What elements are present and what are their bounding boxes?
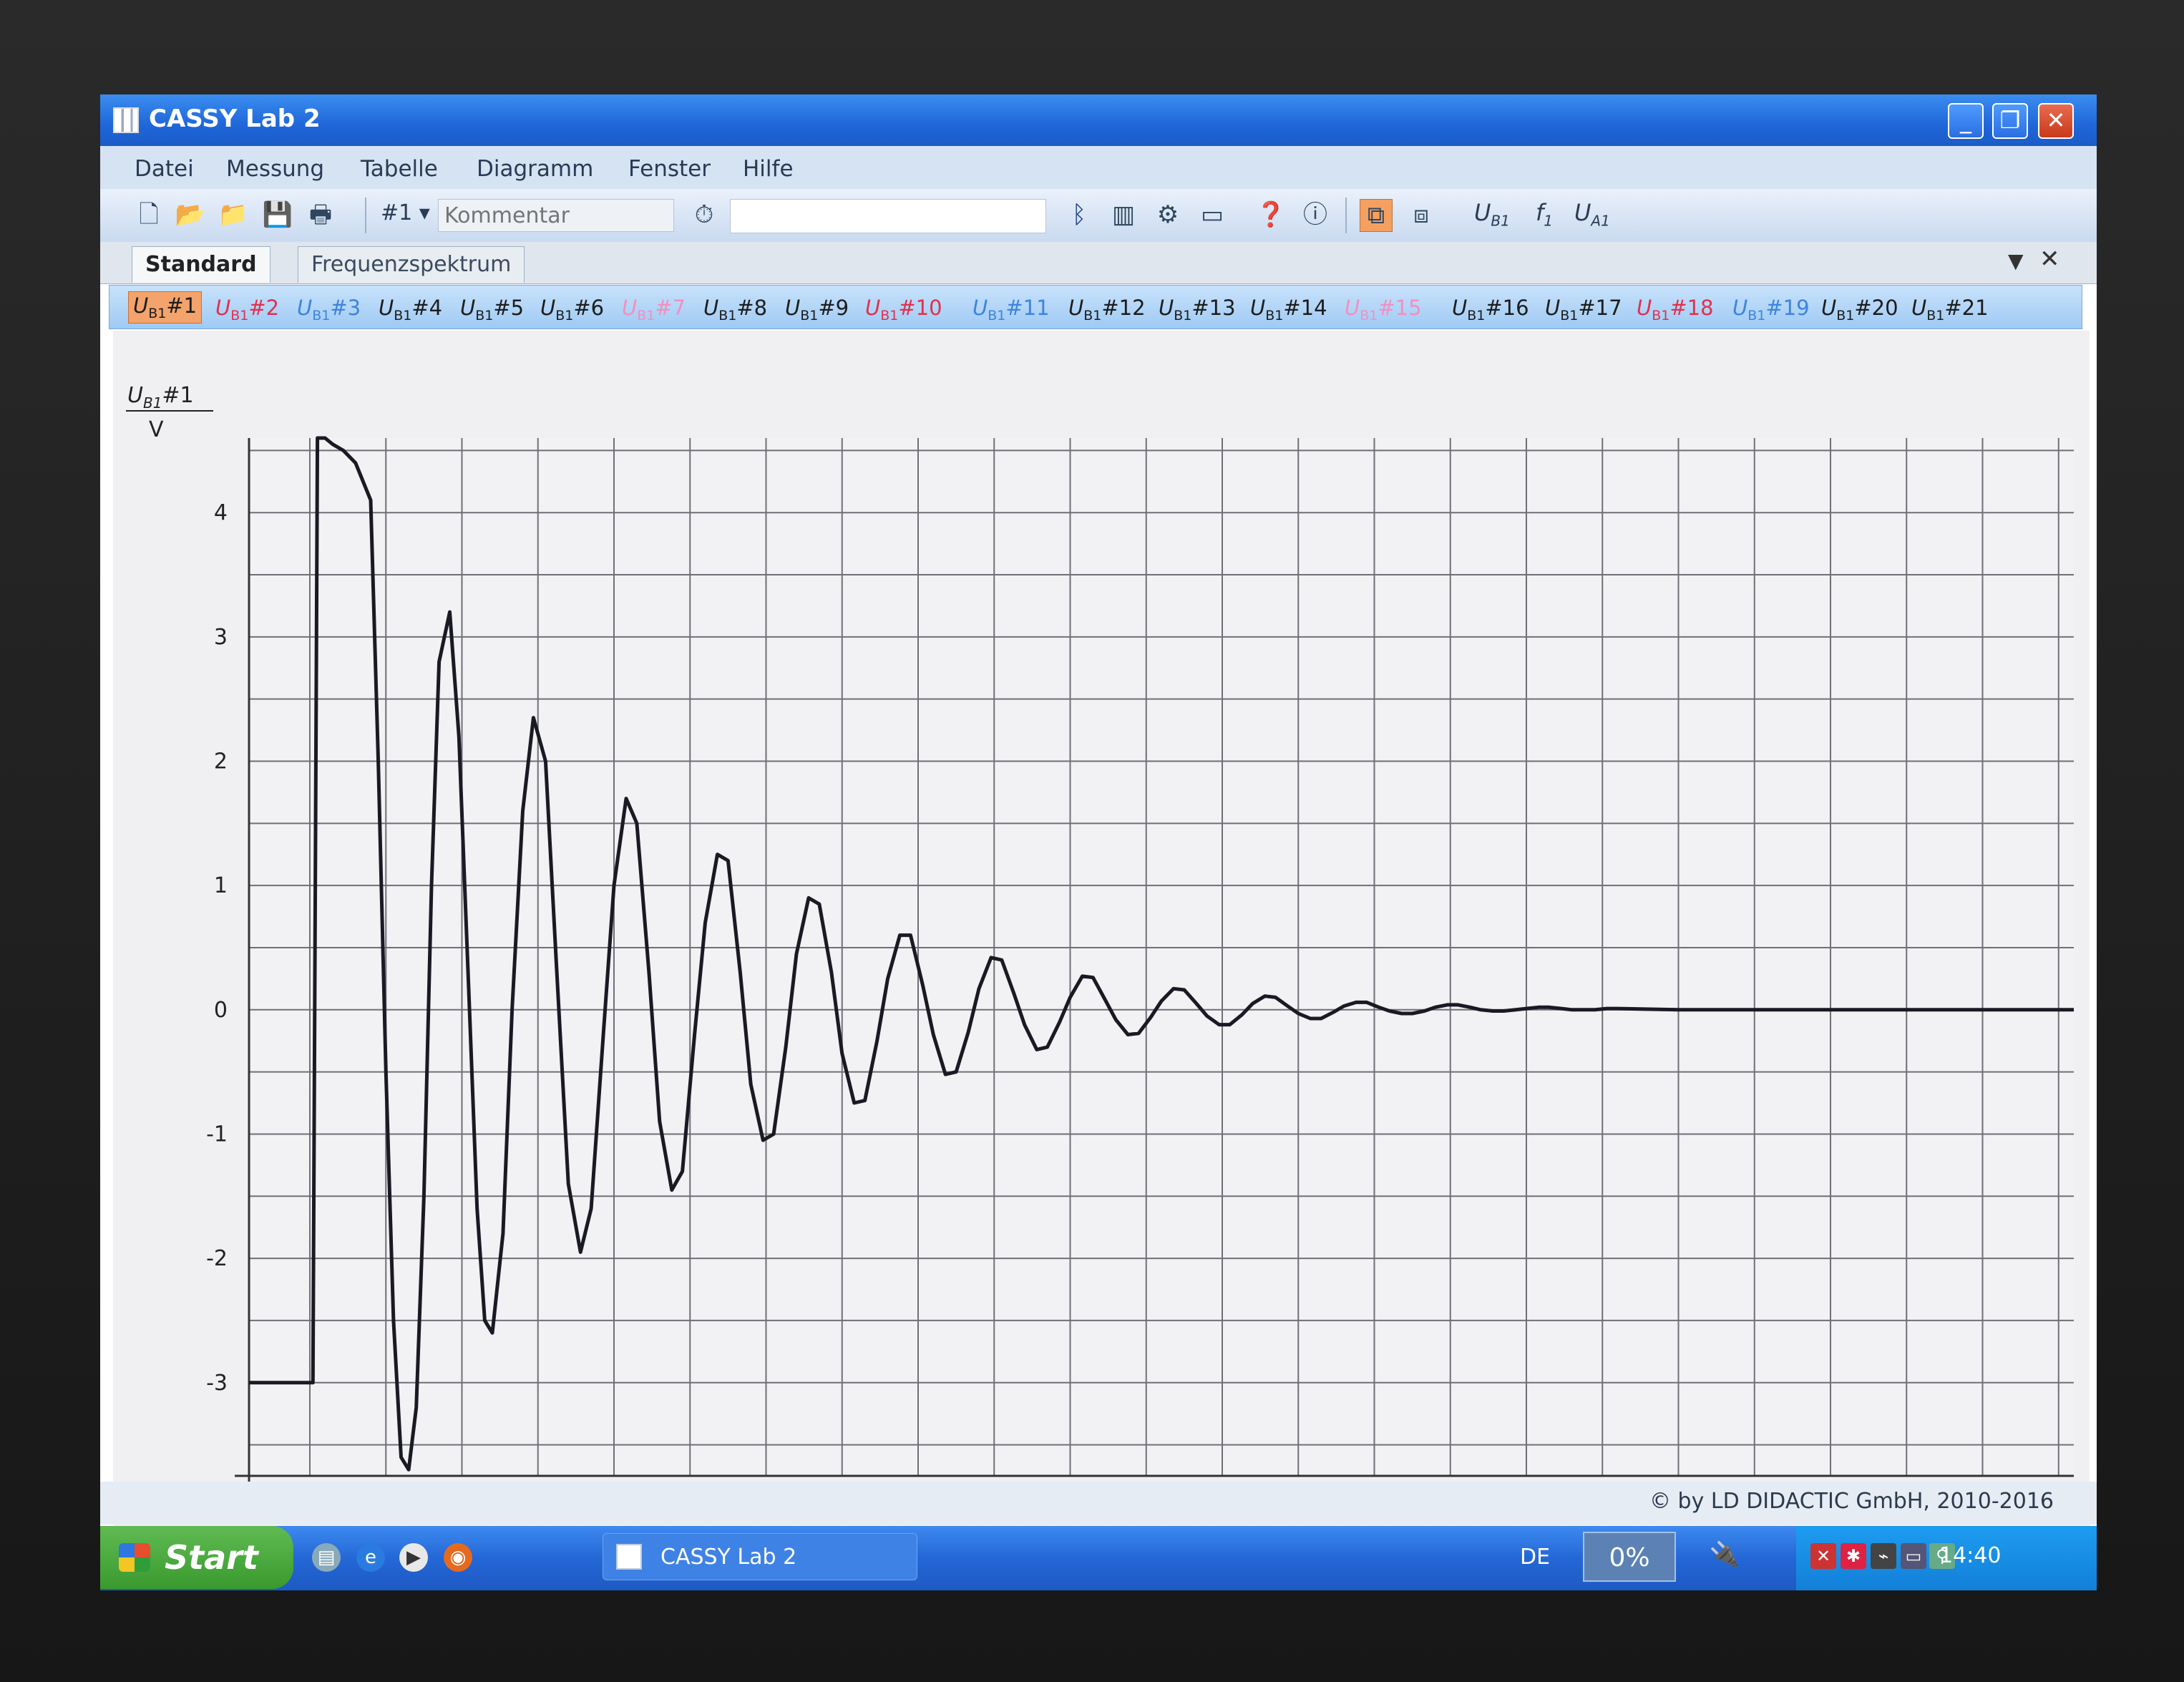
minimize-button[interactable]: _: [1948, 103, 1984, 139]
toolbar: 🗋 📂 📁 💾 🖶 #1 ▾ ⏱ ᛒ ▥ ⚙ ▭ ❓ ⓘ ⧉ ⧈ UB1 f1 …: [100, 189, 2097, 243]
open-example-icon[interactable]: 📁: [218, 199, 249, 230]
new-file-icon[interactable]: 🗋: [133, 199, 165, 230]
open-folder-icon[interactable]: 📂: [175, 199, 206, 230]
channel-12[interactable]: UB1#12: [1068, 296, 1146, 324]
system-tray: ✕ ✱ ⌁ ▭ ⚲ 14:40: [1796, 1526, 2097, 1590]
media-player-icon[interactable]: ▶: [399, 1543, 428, 1572]
power-plug-icon[interactable]: 🔌: [1703, 1542, 1746, 1570]
info-icon[interactable]: ⓘ: [1300, 199, 1331, 230]
menu-diagramm[interactable]: Diagramm: [477, 156, 593, 182]
channel-18[interactable]: UB1#18: [1637, 296, 1714, 324]
close-button[interactable]: ✕: [2038, 103, 2074, 139]
channel-13[interactable]: UB1#13: [1159, 296, 1236, 324]
screen: CASSY Lab 2 _ ❐ ✕ Datei Messung Tabelle …: [100, 94, 2097, 1590]
window-title: CASSY Lab 2: [149, 104, 321, 133]
tab-standard[interactable]: Standard: [132, 246, 270, 283]
clock: 14:40: [1939, 1543, 2002, 1568]
display-icon[interactable]: ▭: [1196, 199, 1228, 230]
app-icon: [616, 1544, 642, 1570]
y-tick-label: 0: [214, 998, 228, 1023]
channel-15[interactable]: UB1#15: [1345, 296, 1422, 324]
voltage-b1-button[interactable]: UB1: [1474, 199, 1510, 229]
channel-1[interactable]: UB1#1: [128, 291, 203, 324]
title-bar[interactable]: CASSY Lab 2 _ ❐ ✕: [100, 94, 2097, 146]
browser-icon[interactable]: e: [356, 1543, 385, 1572]
tray-security-icon[interactable]: ✕: [1810, 1543, 1836, 1569]
window-layout-icon[interactable]: ⧉: [1360, 199, 1393, 232]
save-icon[interactable]: 💾: [262, 199, 293, 230]
y-tick-label: 3: [214, 625, 228, 650]
channel-19[interactable]: UB1#19: [1732, 296, 1810, 324]
menu-tabelle[interactable]: Tabelle: [361, 156, 438, 182]
taskbar-item-cassy[interactable]: CASSY Lab 2: [603, 1533, 917, 1580]
channel-14[interactable]: UB1#14: [1250, 296, 1327, 324]
menu-hilfe[interactable]: Hilfe: [743, 156, 794, 182]
help-icon[interactable]: ❓: [1255, 199, 1287, 230]
y-axis-unit: V: [149, 417, 164, 442]
channel-7[interactable]: UB1#7: [622, 296, 686, 324]
comment-input[interactable]: [438, 199, 674, 232]
taskbar: Start ▤ e ▶ ◉ CASSY Lab 2 DE 0% 🔌 ✕ ✱ ⌁ …: [100, 1526, 2097, 1590]
y-tick-label: -1: [206, 1122, 228, 1147]
channel-10[interactable]: UB1#10: [865, 296, 942, 324]
channel-16[interactable]: UB1#16: [1452, 296, 1529, 324]
bluetooth-icon[interactable]: ᛒ: [1063, 199, 1095, 230]
tray-network-icon[interactable]: ✱: [1841, 1543, 1866, 1569]
firefox-icon[interactable]: ◉: [444, 1543, 472, 1572]
menu-fenster[interactable]: Fenster: [628, 156, 711, 182]
tab-close-icon[interactable]: ✕: [2039, 245, 2060, 273]
tray-device-icon[interactable]: ⌁: [1871, 1543, 1896, 1569]
channel-11[interactable]: UB1#11: [972, 296, 1050, 324]
stopwatch-icon[interactable]: ⏱: [688, 199, 720, 230]
start-button[interactable]: Start: [100, 1526, 293, 1589]
y-axis-label: UB1#1: [127, 383, 194, 412]
print-icon[interactable]: 🖶: [305, 199, 336, 230]
desktop-icon[interactable]: ▤: [312, 1543, 341, 1572]
windows-logo-icon: [119, 1543, 150, 1572]
start-label: Start: [165, 1538, 258, 1577]
menu-messung[interactable]: Messung: [226, 156, 324, 182]
taskbar-item-label: CASSY Lab 2: [660, 1545, 797, 1570]
gear-icon[interactable]: ⚙: [1152, 199, 1184, 230]
channel-17[interactable]: UB1#17: [1545, 296, 1622, 324]
y-tick-label: 4: [214, 500, 228, 525]
menu-datei[interactable]: Datei: [135, 156, 194, 182]
channel-9[interactable]: UB1#9: [785, 296, 849, 324]
channel-6[interactable]: UB1#6: [540, 296, 604, 324]
module-icon[interactable]: ⧈: [1405, 199, 1437, 230]
cpu-meter: 0%: [1583, 1532, 1676, 1582]
copyright-text: © by LD DIDACTIC GmbH, 2010-2016: [1649, 1489, 2054, 1514]
table-view-icon[interactable]: ▥: [1108, 199, 1139, 230]
measurement-progress: [730, 199, 1046, 233]
language-indicator[interactable]: DE: [1520, 1545, 1550, 1570]
tab-frequenzspektrum[interactable]: Frequenzspektrum: [298, 246, 525, 283]
dataset-select[interactable]: #1 ▾: [381, 200, 430, 225]
channel-3[interactable]: UB1#3: [297, 296, 361, 324]
y-tick-label: -3: [206, 1371, 228, 1396]
channel-20[interactable]: UB1#20: [1821, 296, 1898, 324]
tray-monitor-icon[interactable]: ▭: [1901, 1543, 1926, 1569]
tab-dropdown-icon[interactable]: ▼: [2008, 249, 2024, 273]
channel-8[interactable]: UB1#8: [703, 296, 767, 324]
toolbar-separator: [365, 198, 366, 233]
channel-4[interactable]: UB1#4: [379, 296, 442, 324]
menu-bar: Datei Messung Tabelle Diagramm Fenster H…: [100, 146, 2097, 189]
tab-bar: Standard Frequenzspektrum ▼ ✕: [100, 242, 2097, 284]
y-tick-label: -2: [206, 1246, 228, 1271]
frequency-button[interactable]: f1: [1536, 199, 1553, 229]
app-icon: [113, 107, 139, 133]
monitor-bezel: CASSY Lab 2 _ ❐ ✕ Datei Messung Tabelle …: [0, 0, 2184, 1682]
channel-bar: UB1#1 UB1#2 UB1#3 UB1#4 UB1#5 UB1#6 UB1#7 UB1#8…: [109, 285, 2082, 329]
channel-21[interactable]: UB1#21: [1911, 296, 1989, 324]
maximize-button[interactable]: ❐: [1992, 103, 2028, 139]
voltage-time-chart[interactable]: 141516171819202122232425-3-2-101234UB1#1…: [113, 331, 2090, 1482]
channel-5[interactable]: UB1#5: [460, 296, 524, 324]
voltage-a1-button[interactable]: UA1: [1574, 199, 1610, 229]
toolbar-separator: [1345, 198, 1347, 233]
channel-2[interactable]: UB1#2: [215, 296, 279, 324]
y-tick-label: 1: [214, 873, 228, 898]
chart-area: 141516171819202122232425-3-2-101234UB1#1…: [113, 331, 2090, 1526]
y-tick-label: 2: [214, 749, 228, 774]
status-bar: © by LD DIDACTIC GmbH, 2010-2016: [100, 1482, 2097, 1525]
